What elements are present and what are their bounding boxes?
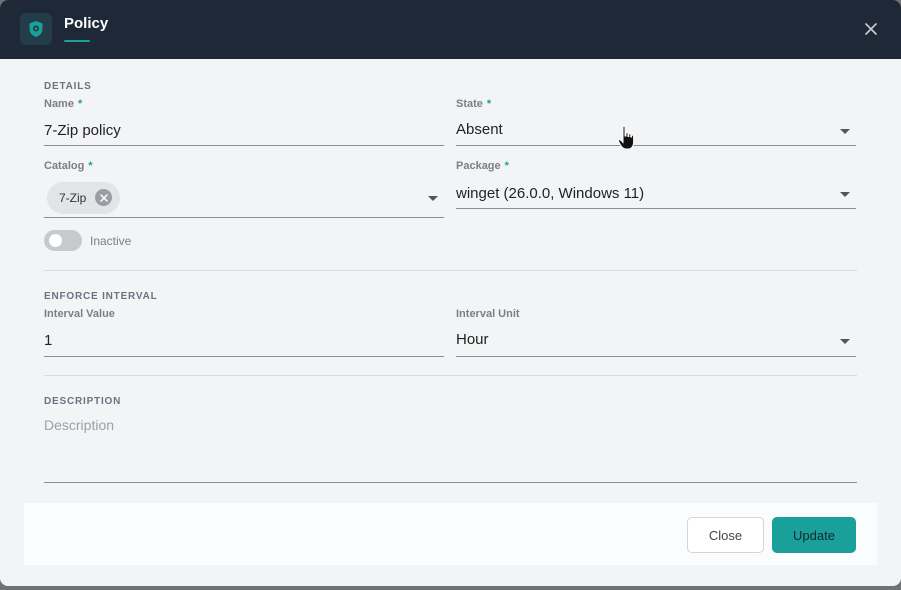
interval-value-input[interactable]: 1 — [44, 332, 52, 349]
description-underline — [44, 482, 857, 483]
toggle-knob — [49, 234, 62, 247]
active-toggle[interactable] — [44, 230, 82, 251]
interval-unit-label: Interval Unit — [456, 308, 520, 320]
close-icon[interactable] — [862, 20, 880, 38]
name-input[interactable]: 7-Zip policy — [44, 122, 121, 139]
catalog-chip[interactable]: 7-Zip — [47, 182, 120, 214]
name-label: Name * — [44, 98, 83, 110]
title-underline — [64, 40, 90, 42]
close-button[interactable]: Close — [687, 517, 764, 553]
catalog-label: Catalog * — [44, 160, 93, 172]
package-select[interactable]: winget (26.0.0, Windows 11) — [456, 185, 644, 202]
divider — [44, 270, 857, 271]
catalog-underline — [44, 217, 444, 218]
interval-unit-select[interactable]: Hour — [456, 331, 489, 348]
toggle-label: Inactive — [90, 234, 132, 248]
interval-value-label: Interval Value — [44, 308, 115, 320]
state-label: State * — [456, 98, 492, 110]
shield-icon — [20, 13, 52, 45]
policy-dialog: Policy DETAILS Name * 7-Zip policy State *… — [0, 0, 901, 586]
state-select[interactable]: Absent — [456, 121, 503, 138]
interval-unit-underline — [456, 356, 856, 357]
chevron-down-icon[interactable] — [840, 192, 850, 197]
divider — [44, 375, 857, 376]
details-section-label: DETAILS — [44, 81, 92, 92]
chevron-down-icon[interactable] — [840, 339, 850, 344]
remove-chip-icon[interactable] — [95, 189, 112, 206]
state-underline — [456, 145, 856, 146]
package-label: Package * — [456, 160, 509, 172]
enforce-section-label: ENFORCE INTERVAL — [44, 291, 158, 302]
description-section-label: DESCRIPTION — [44, 396, 122, 407]
dialog-header: Policy — [0, 0, 901, 59]
interval-value-underline — [44, 356, 444, 357]
update-button[interactable]: Update — [772, 517, 856, 553]
dialog-footer: Close Update — [24, 503, 877, 565]
name-underline — [44, 145, 444, 146]
chevron-down-icon[interactable] — [428, 196, 438, 201]
chevron-down-icon[interactable] — [840, 129, 850, 134]
dialog-title: Policy — [64, 15, 109, 32]
catalog-chip-label: 7-Zip — [59, 191, 87, 205]
hand-cursor-icon — [617, 125, 636, 156]
description-textarea[interactable]: Description — [44, 417, 114, 433]
package-underline — [456, 208, 856, 209]
